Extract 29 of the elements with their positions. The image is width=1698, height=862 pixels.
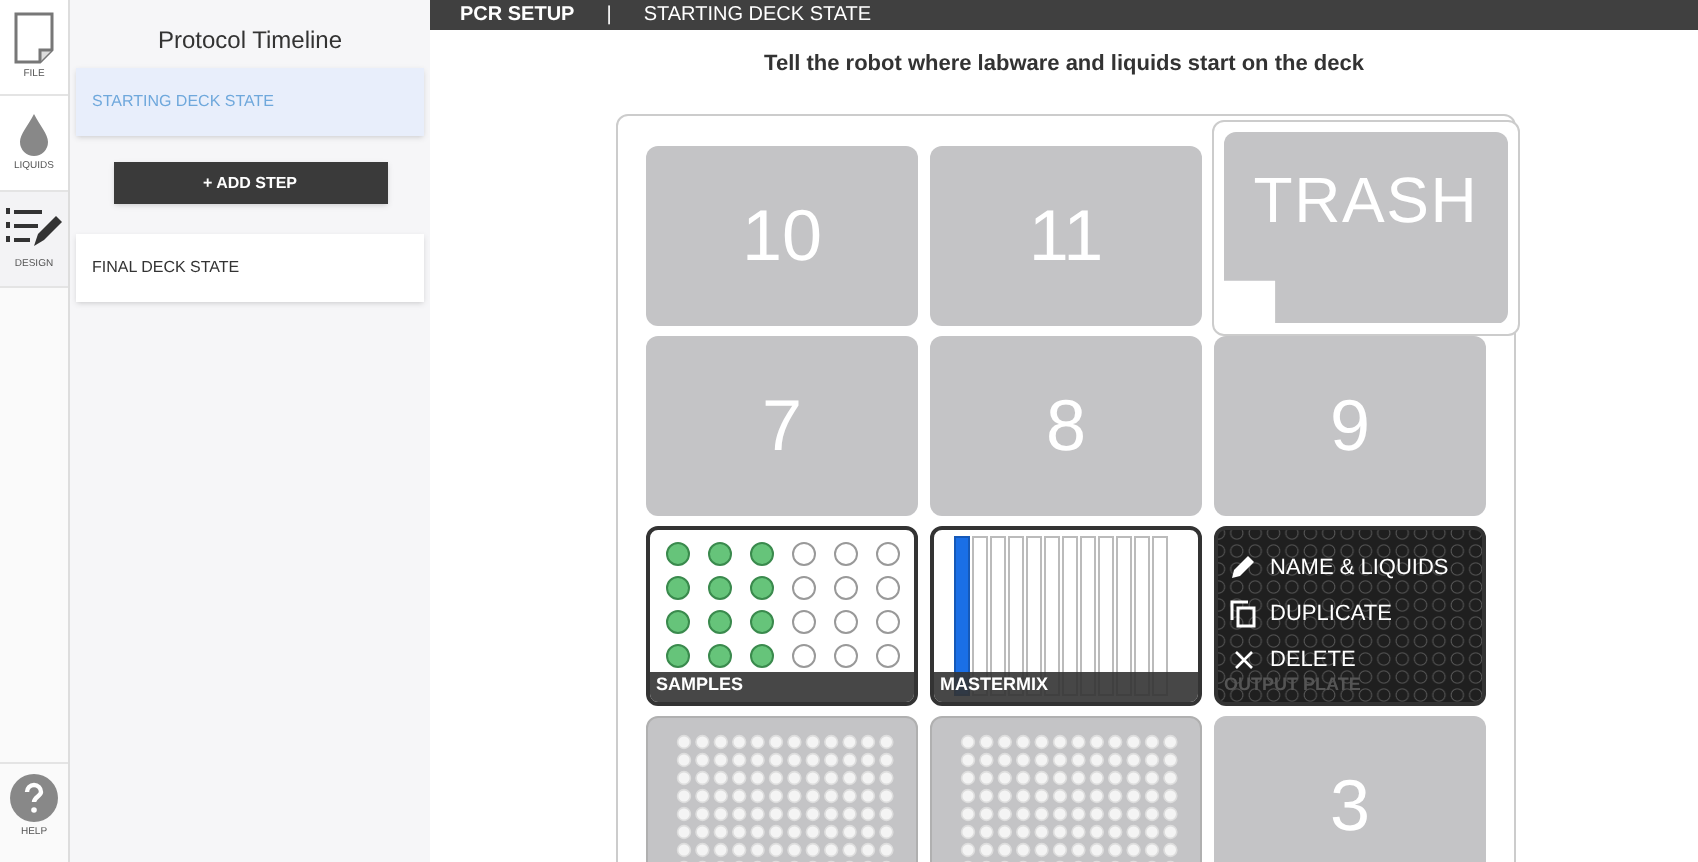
slot-number: 11 <box>1028 191 1104 279</box>
labware-card[interactable]: MASTERMIX <box>930 525 1202 705</box>
header-separator: | <box>606 2 612 30</box>
slot-number: 8 <box>1045 381 1087 469</box>
page-title: STARTING DECK STATE <box>643 2 872 30</box>
menu-item[interactable]: DUPLICATE <box>1230 595 1449 631</box>
close-icon <box>1233 649 1253 669</box>
labware-name: MASTERMIX <box>940 672 1048 699</box>
document-icon <box>12 11 56 64</box>
slot-number: 3 <box>1329 761 1371 849</box>
pencil-icon <box>1230 554 1256 580</box>
labware-name: SAMPLES <box>656 672 744 699</box>
help-icon <box>10 773 58 822</box>
step-item[interactable]: FINAL DECK STATE <box>76 234 424 302</box>
drop-icon <box>18 111 50 156</box>
protocol-name: PCR SETUP <box>460 2 575 30</box>
slot-number: 9 <box>1329 381 1371 469</box>
menu-item[interactable]: DELETE <box>1230 641 1449 677</box>
add-step-button[interactable]: + ADD STEP <box>113 162 387 204</box>
plate[interactable] <box>646 715 918 862</box>
menu-item[interactable]: NAME & LIQUIDS <box>1230 549 1449 585</box>
sidebar-title: Protocol Timeline <box>155 24 345 58</box>
copy-icon <box>1230 599 1256 627</box>
slot-number: 10 <box>741 191 823 279</box>
plate[interactable] <box>930 715 1202 862</box>
labware-card[interactable]: SAMPLES <box>646 525 918 705</box>
instruction-text: Tell the robot where labware and liquids start on the deck <box>762 50 1366 80</box>
trash-label: TRASH <box>1253 161 1479 239</box>
slot-number: 7 <box>761 381 803 469</box>
